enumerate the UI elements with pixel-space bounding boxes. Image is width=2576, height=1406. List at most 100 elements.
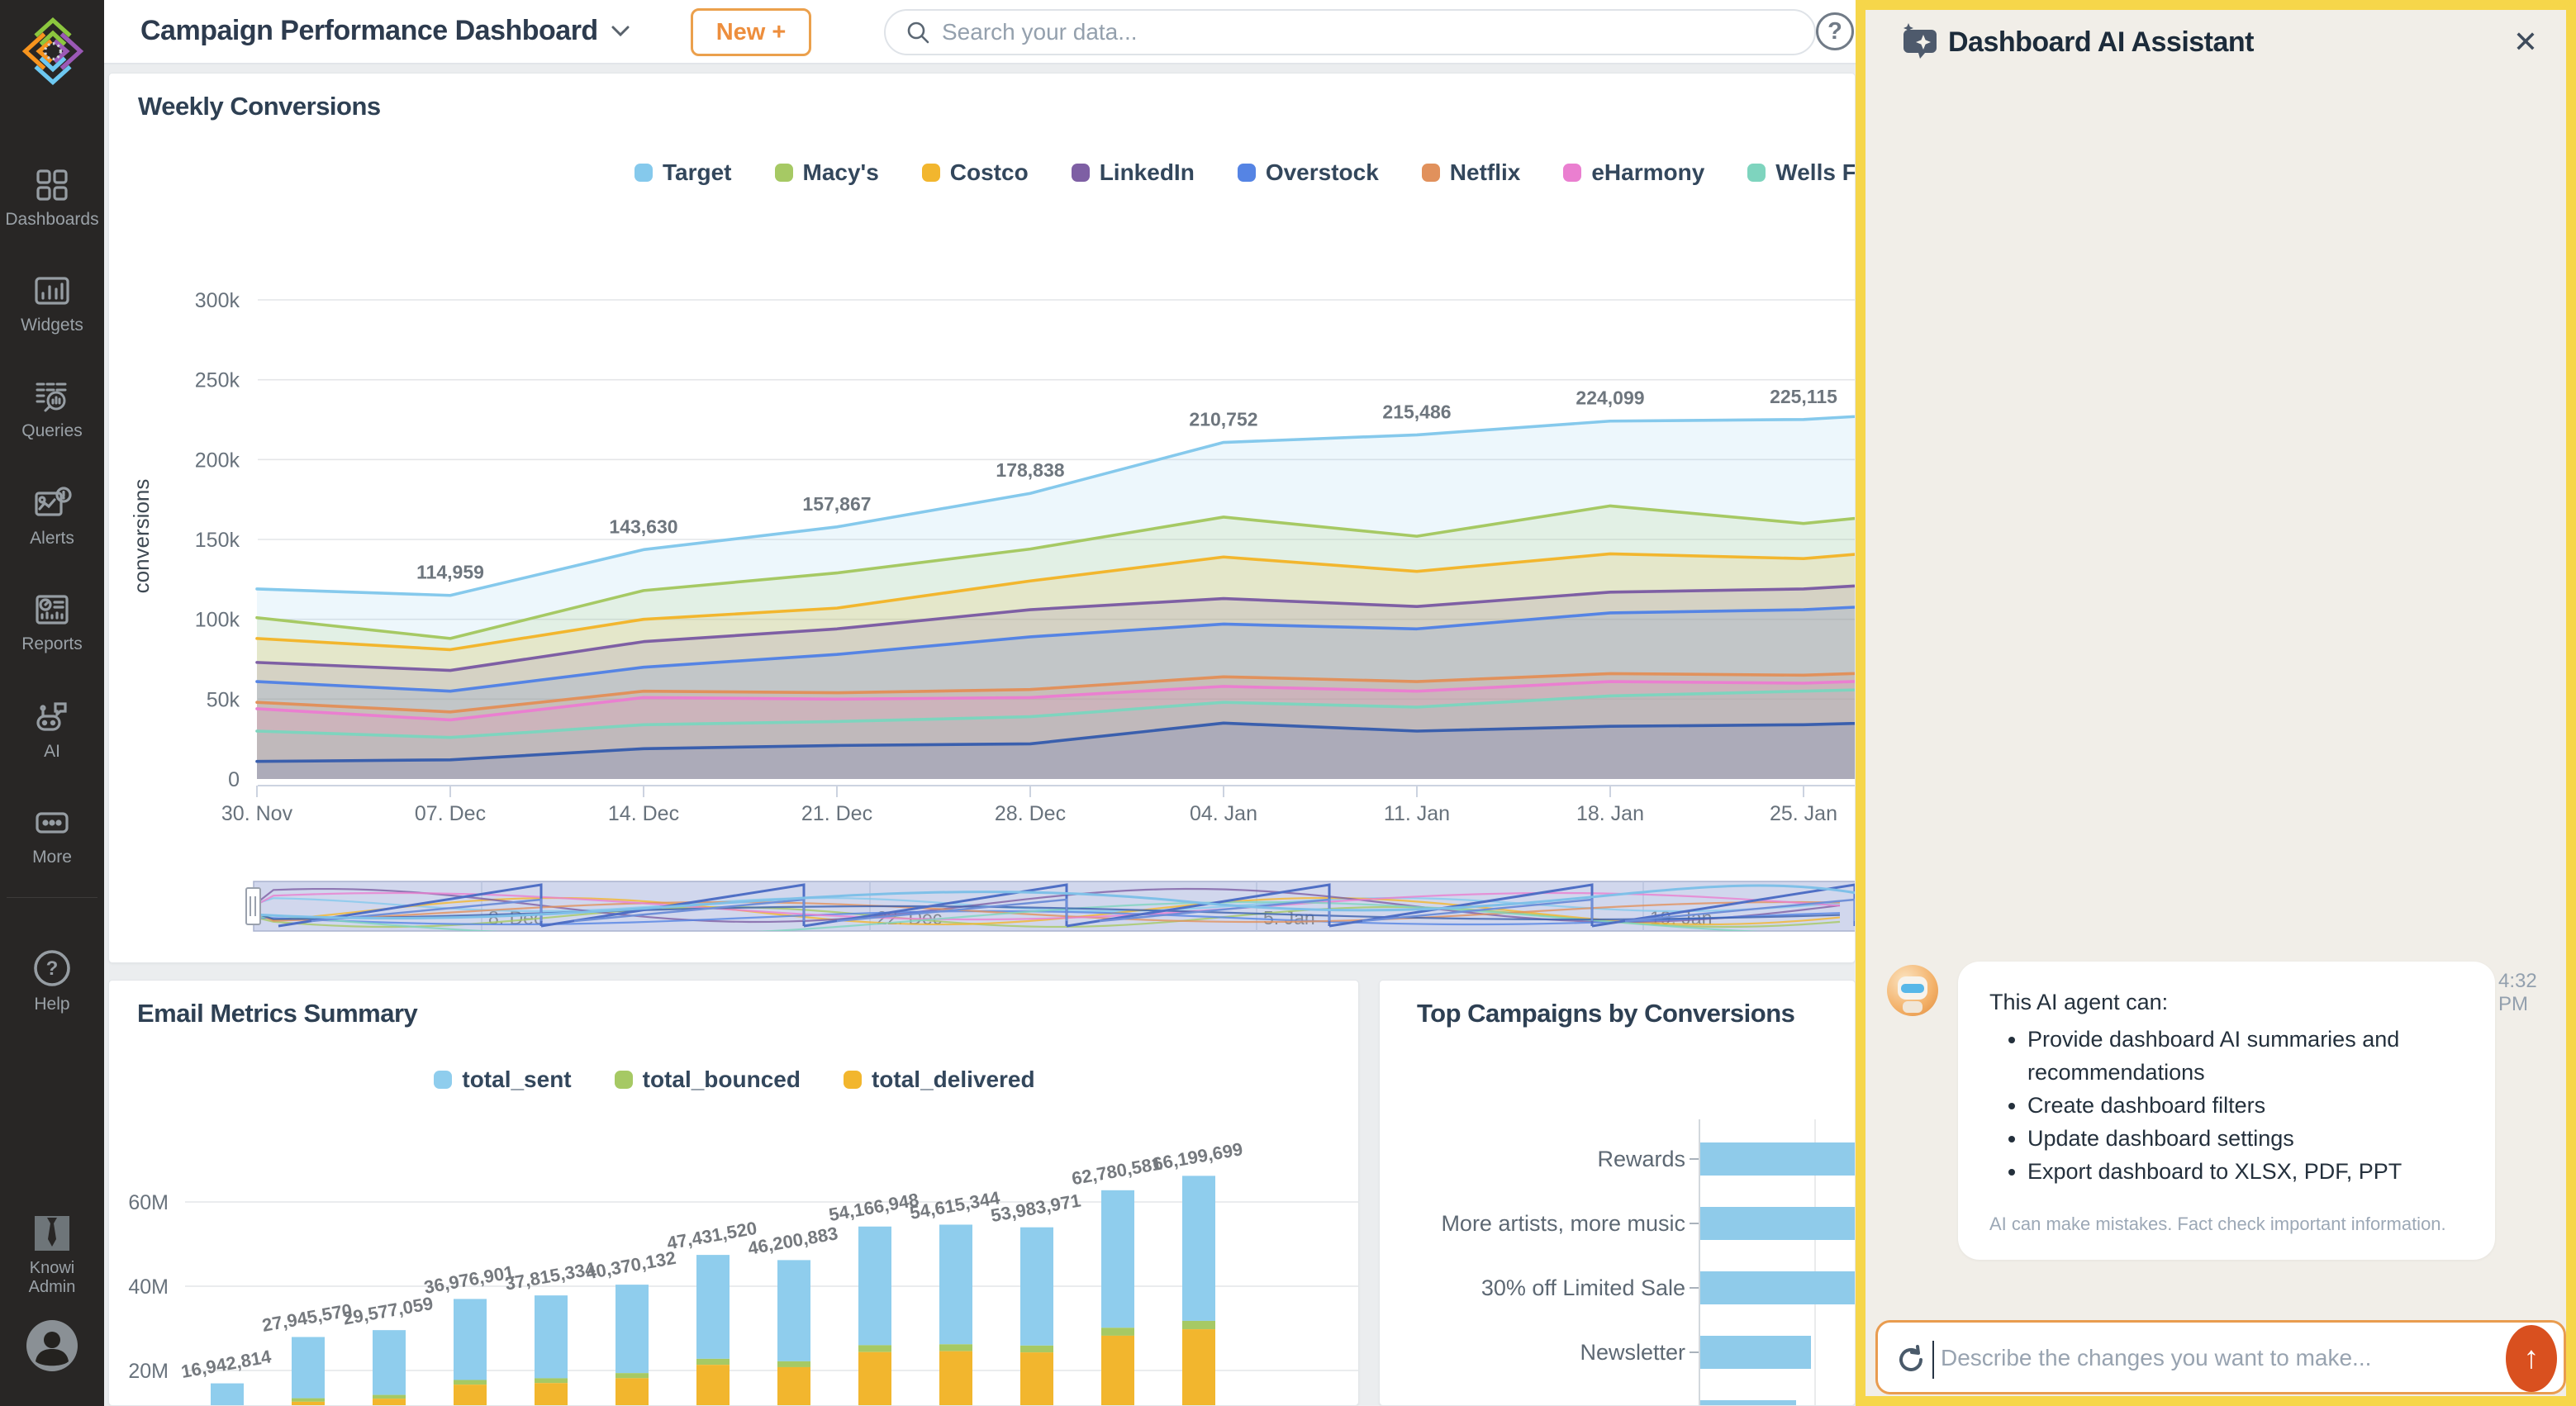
svg-text:40M: 40M (128, 1275, 169, 1299)
top-campaigns-chart[interactable]: RewardsMore artists, more music30% off L… (1380, 981, 1856, 1406)
sidebar-item-label: Reports (21, 634, 83, 653)
sidebar-item-help[interactable]: ? Help (0, 947, 104, 1014)
campaign-bar[interactable] (1700, 1400, 1796, 1406)
svg-text:14. Dec: 14. Dec (608, 802, 679, 825)
sidebar-divider (7, 897, 97, 898)
svg-text:66,199,699: 66,199,699 (1151, 1138, 1244, 1175)
svg-text:200k: 200k (195, 449, 240, 472)
ai-assistant-panel: Dashboard AI Assistant ✕ This AI agent c… (1856, 0, 2576, 1406)
sidebar-item-alerts[interactable]: Alerts (0, 484, 104, 549)
widgets-barchart-icon (32, 271, 72, 311)
email-metrics-panel: Email Metrics Summary total_senttotal_bo… (108, 980, 1359, 1406)
svg-text:225,115: 225,115 (1770, 386, 1837, 407)
dashboards-grid-icon (32, 165, 72, 205)
svg-text:29,577,059: 29,577,059 (341, 1293, 435, 1329)
message-timestamp: 4:32 PM (2498, 970, 2566, 1016)
search-bar[interactable] (884, 9, 1816, 55)
sidebar-item-ai[interactable]: AI (0, 697, 104, 762)
svg-text:100k: 100k (195, 609, 240, 632)
weekly-conversions-chart[interactable]: 050k100k150k200k250k300k30. Nov07. Dec14… (109, 74, 1856, 963)
svg-text:300k: 300k (195, 289, 240, 312)
admin-label-line2: Admin (0, 1278, 104, 1297)
top-campaigns-panel: Top Campaigns by Conversions RewardsMore… (1379, 980, 1856, 1406)
svg-text:21. Dec: 21. Dec (801, 802, 872, 825)
admin-label-line1: Knowi (0, 1259, 104, 1278)
send-button[interactable]: ↑ (2506, 1325, 2557, 1392)
svg-text:27,945,570: 27,945,570 (260, 1299, 354, 1336)
svg-text:conversions: conversions (129, 479, 154, 594)
ai-message-bullet-list: Provide dashboard AI summaries and recom… (2027, 1024, 2464, 1189)
svg-text:46,200,883: 46,200,883 (746, 1223, 839, 1259)
svg-text:28. Dec: 28. Dec (995, 802, 1066, 825)
sidebar-item-label: Dashboards (5, 210, 98, 229)
admin-tie-icon (31, 1213, 73, 1254)
svg-text:11. Jan: 11. Jan (1384, 802, 1450, 825)
svg-text:18. Jan: 18. Jan (1576, 802, 1644, 825)
svg-text:210,752: 210,752 (1189, 409, 1257, 430)
svg-text:25. Jan: 25. Jan (1770, 802, 1837, 825)
svg-text:54,615,344: 54,615,344 (908, 1187, 1002, 1223)
weekly-conversions-panel: Weekly Conversions TargetMacy'sCostcoLin… (108, 73, 1856, 963)
ai-assistant-title: Dashboard AI Assistant (1948, 26, 2254, 59)
svg-text:150k: 150k (195, 529, 240, 552)
sidebar-item-admin[interactable]: Knowi Admin (0, 1213, 104, 1297)
ai-input-box[interactable]: ↑ (1875, 1320, 2566, 1394)
svg-text:54,166,948: 54,166,948 (827, 1189, 920, 1225)
email-metrics-chart[interactable]: 20M40M60M16,942,81427,945,57029,577,0593… (109, 981, 1359, 1406)
ai-disclaimer: AI can make mistakes. Fact check importa… (1989, 1214, 2464, 1235)
queries-icon (32, 377, 72, 416)
title-dropdown-chevron-icon[interactable] (608, 23, 633, 40)
svg-text:60M: 60M (128, 1191, 169, 1214)
campaign-bar[interactable] (1700, 1336, 1811, 1369)
ai-message-intro: This AI agent can: (1989, 990, 2464, 1015)
svg-text:250k: 250k (195, 369, 240, 392)
svg-text:37,815,334: 37,815,334 (503, 1258, 597, 1294)
sidebar-item-label: Widgets (21, 316, 83, 335)
ai-controller-icon (32, 697, 72, 737)
sidebar-item-label: Help (34, 995, 69, 1014)
svg-text:16,942,814: 16,942,814 (179, 1346, 273, 1382)
ai-message-bullet: Provide dashboard AI summaries and recom… (2027, 1024, 2464, 1090)
sidebar-item-more[interactable]: More (0, 803, 104, 867)
svg-text:157,867: 157,867 (802, 493, 871, 515)
sidebar-item-label: More (32, 848, 72, 867)
svg-text:40,370,132: 40,370,132 (584, 1247, 677, 1284)
help-icon[interactable]: ? (1816, 12, 1854, 50)
campaign-bar[interactable] (1700, 1142, 1856, 1176)
campaign-bar[interactable] (1700, 1271, 1856, 1304)
ai-assistant-icon (1899, 21, 1940, 63)
svg-text:47,431,520: 47,431,520 (665, 1218, 758, 1254)
ai-message-bullet: Export dashboard to XLSX, PDF, PPT (2027, 1156, 2464, 1189)
svg-text:53,983,971: 53,983,971 (989, 1190, 1082, 1226)
sidebar-item-label: Queries (21, 421, 83, 440)
new-button[interactable]: New + (691, 8, 811, 56)
dashboard-title[interactable]: Campaign Performance Dashboard (140, 15, 598, 47)
ai-bot-avatar (1887, 965, 1938, 1016)
navigator-handle[interactable] (246, 888, 260, 924)
sidebar-item-widgets[interactable]: Widgets (0, 271, 104, 335)
refresh-icon[interactable] (1894, 1343, 1927, 1376)
ai-prompt-input[interactable] (1941, 1329, 2469, 1387)
sidebar: Dashboards Widgets (0, 0, 104, 1406)
svg-text:36,976,901: 36,976,901 (422, 1261, 516, 1298)
more-ellipsis-icon (32, 803, 72, 843)
search-input[interactable] (942, 19, 1751, 45)
text-caret (1932, 1341, 1934, 1379)
sidebar-item-queries[interactable]: Queries (0, 377, 104, 441)
svg-text:62,780,581: 62,780,581 (1070, 1153, 1163, 1190)
sidebar-item-reports[interactable]: Reports (0, 590, 104, 654)
topbar: Campaign Performance Dashboard New + ? (104, 0, 1856, 64)
ai-message-bullet: Update dashboard settings (2027, 1123, 2464, 1156)
svg-text:20M: 20M (128, 1360, 169, 1383)
svg-text:Rewards: Rewards (1597, 1147, 1685, 1171)
svg-text:30% off Limited Sale: 30% off Limited Sale (1481, 1275, 1685, 1300)
svg-text:143,630: 143,630 (609, 515, 677, 537)
knowi-logo-icon[interactable] (15, 10, 91, 93)
sidebar-item-dashboards[interactable]: Dashboards (0, 165, 104, 230)
user-avatar[interactable] (25, 1318, 79, 1373)
svg-text:30. Nov: 30. Nov (221, 802, 293, 825)
search-icon (905, 20, 930, 45)
campaign-bar[interactable] (1700, 1207, 1856, 1240)
svg-text:07. Dec: 07. Dec (415, 802, 486, 825)
close-icon[interactable]: ✕ (2513, 25, 2538, 59)
